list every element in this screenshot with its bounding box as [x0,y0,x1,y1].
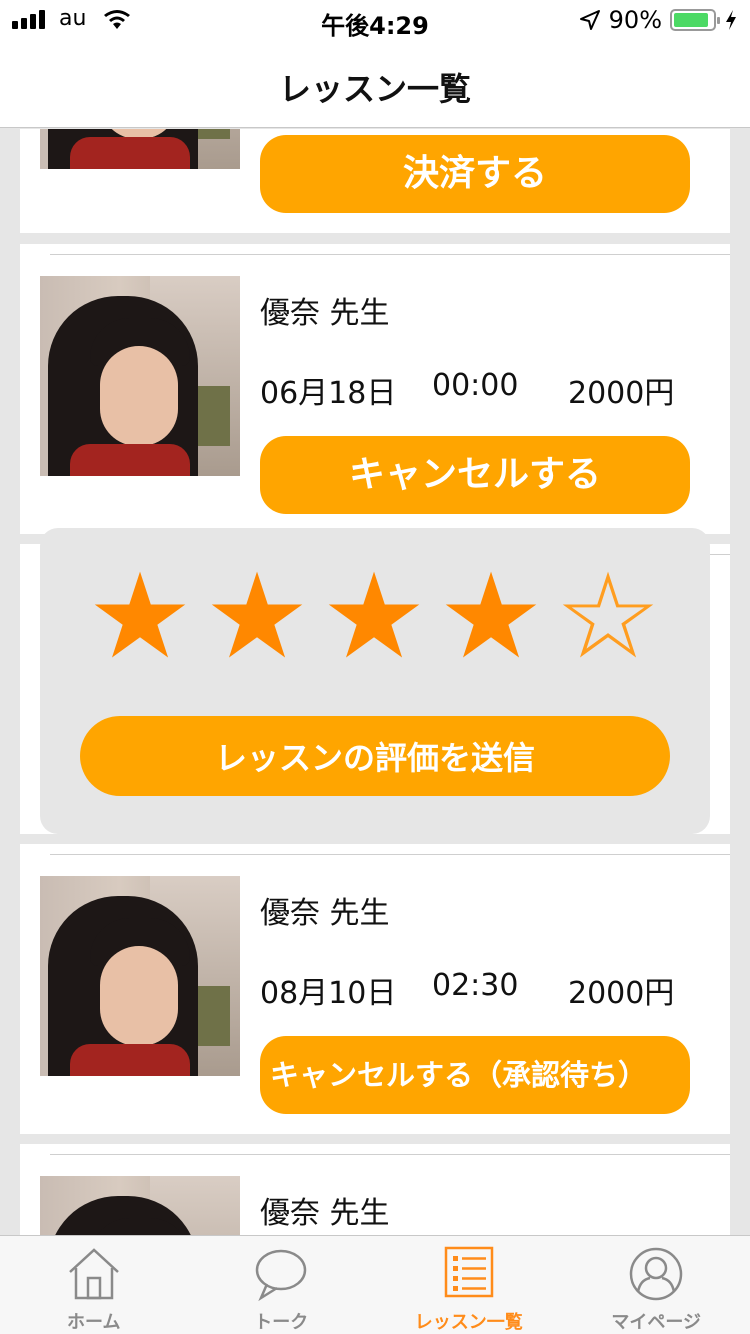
lesson-date: 08月10日 [260,976,397,1011]
battery-icon [670,9,720,31]
tab-bar: ホーム トーク レッスン一覧 マイページ [0,1235,750,1334]
cancel-button[interactable]: キャンセルする [260,436,690,514]
star-rating[interactable]: ★ ★ ★ ★ ☆ [86,557,662,675]
lesson-card: 優奈 先生 06月18日 00:00 2000円 キャンセルする [20,244,730,534]
location-arrow-icon [579,10,600,30]
lesson-time: 02:30 [432,968,519,1003]
star-empty-icon[interactable]: ☆ [554,557,662,675]
star-filled-icon[interactable]: ★ [203,557,311,675]
rating-popup: ★ ★ ★ ★ ☆ レッスンの評価を送信 [40,528,710,834]
speech-bubble-icon [256,1249,307,1302]
star-filled-icon[interactable]: ★ [320,557,428,675]
tab-label: ホーム [67,1312,121,1333]
lesson-info: 08月10日 02:30 2000円 [260,968,674,1012]
submit-rating-button[interactable]: レッスンの評価を送信 [80,716,670,796]
battery-level [674,13,709,27]
list-icon [444,1246,493,1298]
charging-bolt-icon [726,10,736,30]
status-bar: au 午後4:29 90% [0,0,750,40]
tab-talk[interactable]: トーク [188,1236,376,1334]
tab-label: マイページ [611,1312,702,1333]
teacher-photo [40,276,240,476]
lesson-price: 2000円 [568,376,675,411]
divider [50,254,730,255]
profile-icon [630,1247,683,1301]
lesson-card: 優奈 先生 08月10日 02:30 2000円 キャンセルする（承認待ち） [20,844,730,1134]
teacher-photo [40,876,240,1076]
teacher-name: 優奈 先生 [260,296,390,331]
star-filled-icon[interactable]: ★ [86,557,194,675]
navigation-bar: レッスン一覧 [0,40,750,128]
battery-percent: 90% [608,6,662,34]
tab-label: トーク [254,1312,309,1333]
tab-home[interactable]: ホーム [0,1236,188,1334]
teacher-photo [40,1176,240,1235]
home-icon [68,1248,119,1300]
lesson-card: 優奈 先生 [20,1144,730,1235]
divider [50,1154,730,1155]
status-right: 90% [579,6,738,34]
tab-my-page[interactable]: マイページ [563,1236,750,1334]
lesson-time: 00:00 [432,368,519,403]
star-filled-icon[interactable]: ★ [437,557,545,675]
teacher-name: 優奈 先生 [260,1196,390,1231]
tab-lesson-list[interactable]: レッスン一覧 [375,1236,563,1334]
lesson-info: 06月18日 00:00 2000円 [260,368,674,412]
lesson-date: 06月18日 [260,376,397,411]
tab-label: レッスン一覧 [414,1312,523,1333]
pay-button[interactable]: 決済する [260,135,690,213]
lesson-card: 決済する [20,129,730,233]
page-title: レッスン一覧 [278,70,471,108]
divider [50,854,730,855]
teacher-photo [40,129,240,169]
teacher-name: 優奈 先生 [260,896,390,931]
cancel-pending-button[interactable]: キャンセルする（承認待ち） [260,1036,690,1114]
lesson-price: 2000円 [568,976,675,1011]
